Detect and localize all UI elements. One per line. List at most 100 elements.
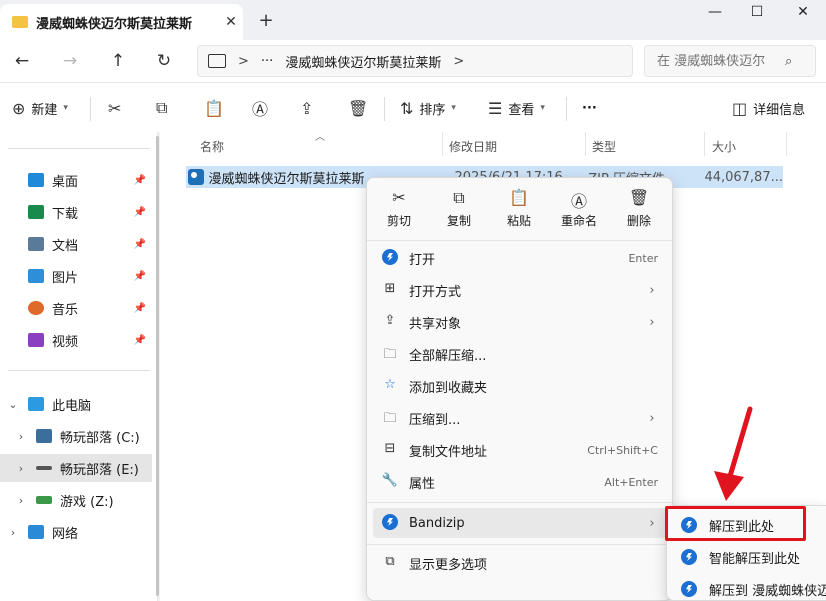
cut-button[interactable]: ✂ (108, 95, 121, 121)
menu-item-compress-to[interactable]: 🗀 压缩到... › (373, 403, 666, 433)
menu-item-more-options[interactable]: ⧉ 显示更多选项 (373, 548, 666, 578)
explorer-tab[interactable]: 漫威蜘蛛侠迈尔斯莫拉莱斯 ✕ (0, 4, 243, 40)
refresh-icon[interactable]: ↻ (152, 50, 176, 72)
copy-icon: ⧉ (453, 188, 465, 207)
rename-icon: Ⓐ (252, 100, 269, 119)
paste-label: 粘贴 (506, 214, 531, 228)
menu-item-open-with[interactable]: ⊞ 打开方式 › (373, 275, 666, 305)
search-input[interactable] (657, 53, 785, 69)
sidebar-item-network[interactable]: › 网络 (0, 518, 152, 546)
cut-action[interactable]: ✂ 剪切 (376, 188, 422, 234)
new-tab-button[interactable]: + (255, 10, 277, 32)
submenu-extract-to-folder[interactable]: 解压到 漫威蜘蛛侠迈尔斯莫拉莱斯\ (669, 574, 826, 601)
sidebar-item-drive-c[interactable]: › 畅玩部落 (C:) (0, 422, 152, 450)
rename-action[interactable]: Ⓐ 重命名 (556, 188, 602, 234)
paste-icon: 📋 (509, 188, 529, 207)
up-arrow-icon[interactable]: ↑ (106, 50, 130, 72)
sidebar-item-drive-e[interactable]: › 畅玩部落 (E:) (0, 454, 152, 482)
chevron-right-icon: › (649, 410, 655, 426)
column-header-date[interactable]: 修改日期 (449, 138, 497, 155)
search-icon[interactable]: ⌕ (785, 54, 792, 69)
delete-action[interactable]: 🗑 删除 (616, 188, 662, 234)
rename-button[interactable]: Ⓐ (252, 95, 268, 121)
forward-arrow-icon[interactable]: → (58, 50, 82, 72)
computer-icon (28, 397, 44, 411)
details-button[interactable]: ◫ 详细信息 (732, 95, 805, 121)
column-header-name[interactable]: 名称 (200, 138, 224, 155)
sidebar-item-label: 音乐 (52, 302, 79, 318)
chevron-right-icon[interactable]: › (14, 462, 28, 475)
sidebar-item-label: 此电脑 (52, 398, 92, 414)
more-options-icon: ⧉ (385, 554, 395, 569)
sidebar-item-this-pc[interactable]: ⌄ 此电脑 (0, 390, 152, 418)
sidebar-item-label: 桌面 (52, 174, 79, 190)
chevron-right-icon[interactable]: › (6, 526, 20, 539)
picture-icon (28, 269, 44, 283)
menu-item-label: 显示更多选项 (409, 557, 488, 573)
column-divider[interactable] (786, 132, 787, 156)
navigation-pane: 桌面 📌 下载 📌 文档 📌 图片 📌 音乐 📌 视频 📌 ⌄ 此电脑 › 畅玩… (0, 132, 158, 601)
column-divider[interactable] (585, 132, 586, 156)
menu-item-shortcut: Ctrl+Shift+C (587, 443, 658, 457)
nav-scrollbar[interactable] (156, 136, 159, 596)
column-divider[interactable] (704, 132, 705, 156)
tab-close-icon[interactable]: ✕ (219, 14, 243, 30)
chevron-right-icon[interactable]: › (14, 494, 28, 507)
menu-item-copy-path[interactable]: ⊟ 复制文件地址 Ctrl+Shift+C (373, 435, 666, 465)
breadcrumb-separator-end[interactable]: > (453, 54, 464, 69)
copy-button[interactable]: ⧉ (156, 95, 167, 121)
submenu-smart-extract[interactable]: 智能解压到此处 (669, 542, 826, 572)
menu-item-extract-all[interactable]: 🗀 全部解压缩... (373, 339, 666, 369)
close-button[interactable]: ✕ (788, 4, 818, 22)
view-label: 查看 (508, 102, 535, 118)
details-pane-icon: ◫ (732, 98, 748, 118)
sidebar-item-drive-z[interactable]: › 游戏 (Z:) (0, 486, 152, 514)
maximize-button[interactable]: ☐ (742, 4, 772, 22)
paste-action[interactable]: 📋 粘贴 (496, 188, 542, 234)
share-button[interactable]: ⇪ (300, 95, 313, 121)
breadcrumb-more[interactable]: ··· (261, 54, 273, 69)
menu-item-shortcut: Alt+Enter (604, 475, 658, 489)
sort-button[interactable]: ⇅ 排序 ▾ (400, 95, 456, 121)
column-divider[interactable] (442, 132, 443, 156)
search-box[interactable]: ⌕ (644, 45, 816, 77)
chevron-right-icon[interactable]: › (14, 430, 28, 443)
menu-item-open[interactable]: 打开 Enter (373, 243, 666, 273)
document-icon (28, 237, 44, 251)
context-menu: ✂ 剪切 ⧉ 复制 📋 粘贴 Ⓐ 重命名 🗑 删除 打开 Enter ⊞ 打开方… (366, 177, 673, 601)
back-arrow-icon[interactable]: ← (10, 50, 34, 72)
copy-path-icon: ⊟ (384, 441, 396, 456)
menu-item-share[interactable]: ⇪ 共享对象 › (373, 307, 666, 337)
more-options-button[interactable]: ··· (582, 95, 597, 121)
menu-item-bandizip[interactable]: Bandizip › (373, 508, 666, 538)
sidebar-item-downloads[interactable]: 下载 📌 (0, 198, 152, 226)
copy-action[interactable]: ⧉ 复制 (436, 188, 482, 234)
bandizip-icon (681, 581, 697, 597)
sidebar-item-pictures[interactable]: 图片 📌 (0, 262, 152, 290)
menu-item-add-favorites[interactable]: ☆ 添加到收藏夹 (373, 371, 666, 401)
column-header-size[interactable]: 大小 (712, 138, 736, 155)
sidebar-item-videos[interactable]: 视频 📌 (0, 326, 152, 354)
column-header-type[interactable]: 类型 (592, 138, 616, 155)
chevron-down-icon[interactable]: ⌄ (6, 398, 20, 411)
sidebar-item-desktop[interactable]: 桌面 📌 (0, 166, 152, 194)
breadcrumb-current[interactable]: 漫威蜘蛛侠迈尔斯莫拉莱斯 (285, 52, 441, 71)
scissors-icon: ✂ (392, 188, 406, 207)
open-with-icon: ⊞ (384, 281, 396, 296)
minimize-button[interactable]: — (700, 4, 730, 22)
view-button[interactable]: ☰ 查看 ▾ (488, 95, 545, 121)
breadcrumb-separator: > (238, 53, 249, 69)
new-button[interactable]: ⊕ 新建 ▾ (12, 95, 68, 121)
menu-item-properties[interactable]: 🔧 属性 Alt+Enter (373, 467, 666, 497)
delete-button[interactable]: 🗑 (348, 95, 368, 121)
menu-item-shortcut: Enter (628, 251, 658, 265)
monitor-icon (208, 54, 226, 68)
sidebar-item-music[interactable]: 音乐 📌 (0, 294, 152, 322)
delete-label: 删除 (626, 214, 651, 228)
network-icon (28, 525, 44, 539)
menu-item-label: 压缩到... (409, 412, 461, 428)
sidebar-item-documents[interactable]: 文档 📌 (0, 230, 152, 258)
paste-button[interactable]: 📋 (204, 95, 224, 121)
address-box[interactable]: > ··· 漫威蜘蛛侠迈尔斯莫拉莱斯 > (197, 45, 633, 77)
divider (8, 148, 150, 149)
